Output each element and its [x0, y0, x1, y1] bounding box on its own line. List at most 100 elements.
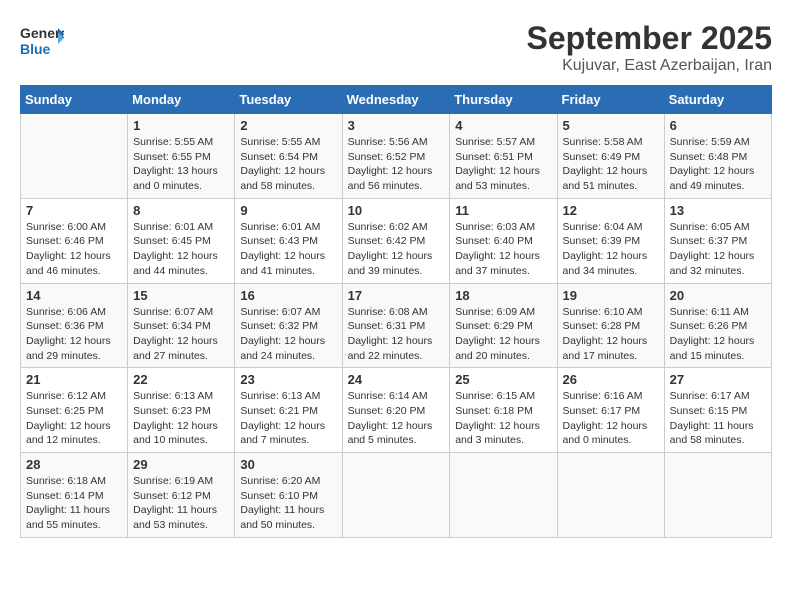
logo-icon: General Blue	[20, 20, 64, 58]
calendar-cell: 28 Sunrise: 6:18 AMSunset: 6:14 PMDayligh…	[21, 453, 128, 538]
calendar-cell: 18 Sunrise: 6:09 AMSunset: 6:29 PMDayligh…	[450, 283, 557, 368]
calendar-cell: 9 Sunrise: 6:01 AMSunset: 6:43 PMDaylight…	[235, 198, 342, 283]
weekday-header-wednesday: Wednesday	[342, 86, 450, 114]
week-row-5: 28 Sunrise: 6:18 AMSunset: 6:14 PMDayligh…	[21, 453, 772, 538]
weekday-header-sunday: Sunday	[21, 86, 128, 114]
day-info: Sunrise: 5:59 AMSunset: 6:48 PMDaylight:…	[670, 135, 766, 194]
weekday-header-row: SundayMondayTuesdayWednesdayThursdayFrid…	[21, 86, 772, 114]
day-number: 8	[133, 203, 229, 218]
calendar-cell	[21, 114, 128, 199]
day-number: 27	[670, 372, 766, 387]
day-number: 2	[240, 118, 336, 133]
day-info: Sunrise: 6:00 AMSunset: 6:46 PMDaylight:…	[26, 220, 122, 279]
day-info: Sunrise: 6:07 AMSunset: 6:34 PMDaylight:…	[133, 305, 229, 364]
calendar-cell: 23 Sunrise: 6:13 AMSunset: 6:21 PMDayligh…	[235, 368, 342, 453]
day-info: Sunrise: 6:09 AMSunset: 6:29 PMDaylight:…	[455, 305, 551, 364]
day-number: 20	[670, 288, 766, 303]
page-header: General Blue September 2025 Kujuvar, Eas…	[20, 20, 772, 75]
calendar-cell: 13 Sunrise: 6:05 AMSunset: 6:37 PMDayligh…	[664, 198, 771, 283]
day-number: 30	[240, 457, 336, 472]
weekday-header-monday: Monday	[128, 86, 235, 114]
calendar-cell: 20Sunrise: 6:11 AMSunset: 6:26 PMDayligh…	[664, 283, 771, 368]
day-info: Sunrise: 6:16 AMSunset: 6:17 PMDaylight:…	[563, 389, 659, 448]
day-info: Sunrise: 6:03 AMSunset: 6:40 PMDaylight:…	[455, 220, 551, 279]
calendar-cell: 5 Sunrise: 5:58 AMSunset: 6:49 PMDaylight…	[557, 114, 664, 199]
calendar-cell: 27 Sunrise: 6:17 AMSunset: 6:15 PMDayligh…	[664, 368, 771, 453]
day-number: 13	[670, 203, 766, 218]
day-number: 3	[348, 118, 445, 133]
day-number: 29	[133, 457, 229, 472]
calendar-cell: 7 Sunrise: 6:00 AMSunset: 6:46 PMDaylight…	[21, 198, 128, 283]
day-info: Sunrise: 6:13 AMSunset: 6:21 PMDaylight:…	[240, 389, 336, 448]
day-number: 7	[26, 203, 122, 218]
week-row-2: 7 Sunrise: 6:00 AMSunset: 6:46 PMDaylight…	[21, 198, 772, 283]
day-number: 5	[563, 118, 659, 133]
day-info: Sunrise: 5:58 AMSunset: 6:49 PMDaylight:…	[563, 135, 659, 194]
day-info: Sunrise: 6:04 AMSunset: 6:39 PMDaylight:…	[563, 220, 659, 279]
calendar-cell: 29 Sunrise: 6:19 AMSunset: 6:12 PMDayligh…	[128, 453, 235, 538]
day-number: 11	[455, 203, 551, 218]
day-info: Sunrise: 6:19 AMSunset: 6:12 PMDaylight:…	[133, 474, 229, 533]
week-row-3: 14Sunrise: 6:06 AMSunset: 6:36 PMDayligh…	[21, 283, 772, 368]
weekday-header-tuesday: Tuesday	[235, 86, 342, 114]
week-row-4: 21Sunrise: 6:12 AMSunset: 6:25 PMDayligh…	[21, 368, 772, 453]
calendar-cell: 11 Sunrise: 6:03 AMSunset: 6:40 PMDayligh…	[450, 198, 557, 283]
calendar-cell: 30 Sunrise: 6:20 AMSunset: 6:10 PMDayligh…	[235, 453, 342, 538]
title-block: September 2025 Kujuvar, East Azerbaijan,…	[527, 20, 772, 75]
calendar-cell: 3 Sunrise: 5:56 AMSunset: 6:52 PMDaylight…	[342, 114, 450, 199]
calendar-cell: 17 Sunrise: 6:08 AMSunset: 6:31 PMDayligh…	[342, 283, 450, 368]
day-number: 12	[563, 203, 659, 218]
day-info: Sunrise: 6:17 AMSunset: 6:15 PMDaylight:…	[670, 389, 766, 448]
day-number: 17	[348, 288, 445, 303]
week-row-1: 1 Sunrise: 5:55 AMSunset: 6:55 PMDaylight…	[21, 114, 772, 199]
calendar-table: SundayMondayTuesdayWednesdayThursdayFrid…	[20, 85, 772, 538]
calendar-cell: 16 Sunrise: 6:07 AMSunset: 6:32 PMDayligh…	[235, 283, 342, 368]
day-info: Sunrise: 6:07 AMSunset: 6:32 PMDaylight:…	[240, 305, 336, 364]
calendar-cell: 22 Sunrise: 6:13 AMSunset: 6:23 PMDayligh…	[128, 368, 235, 453]
day-number: 18	[455, 288, 551, 303]
calendar-cell	[664, 453, 771, 538]
day-number: 23	[240, 372, 336, 387]
day-number: 22	[133, 372, 229, 387]
calendar-cell: 6 Sunrise: 5:59 AMSunset: 6:48 PMDaylight…	[664, 114, 771, 199]
day-info: Sunrise: 6:20 AMSunset: 6:10 PMDaylight:…	[240, 474, 336, 533]
calendar-cell: 21Sunrise: 6:12 AMSunset: 6:25 PMDayligh…	[21, 368, 128, 453]
day-number: 4	[455, 118, 551, 133]
weekday-header-thursday: Thursday	[450, 86, 557, 114]
calendar-cell: 4Sunrise: 5:57 AMSunset: 6:51 PMDaylight…	[450, 114, 557, 199]
svg-text:General: General	[20, 25, 64, 41]
day-number: 24	[348, 372, 445, 387]
day-info: Sunrise: 6:02 AMSunset: 6:42 PMDaylight:…	[348, 220, 445, 279]
weekday-header-friday: Friday	[557, 86, 664, 114]
calendar-cell: 12 Sunrise: 6:04 AMSunset: 6:39 PMDayligh…	[557, 198, 664, 283]
location-title: Kujuvar, East Azerbaijan, Iran	[527, 57, 772, 75]
calendar-cell: 1 Sunrise: 5:55 AMSunset: 6:55 PMDaylight…	[128, 114, 235, 199]
day-number: 1	[133, 118, 229, 133]
day-number: 9	[240, 203, 336, 218]
day-info: Sunrise: 6:08 AMSunset: 6:31 PMDaylight:…	[348, 305, 445, 364]
calendar-cell: 10 Sunrise: 6:02 AMSunset: 6:42 PMDayligh…	[342, 198, 450, 283]
day-info: Sunrise: 6:05 AMSunset: 6:37 PMDaylight:…	[670, 220, 766, 279]
day-number: 19	[563, 288, 659, 303]
day-number: 14	[26, 288, 122, 303]
day-number: 6	[670, 118, 766, 133]
day-number: 16	[240, 288, 336, 303]
day-info: Sunrise: 6:14 AMSunset: 6:20 PMDaylight:…	[348, 389, 445, 448]
calendar-cell	[342, 453, 450, 538]
day-info: Sunrise: 6:01 AMSunset: 6:43 PMDaylight:…	[240, 220, 336, 279]
calendar-cell: 2 Sunrise: 5:55 AMSunset: 6:54 PMDaylight…	[235, 114, 342, 199]
day-number: 28	[26, 457, 122, 472]
day-info: Sunrise: 5:55 AMSunset: 6:54 PMDaylight:…	[240, 135, 336, 194]
logo: General Blue	[20, 20, 64, 58]
weekday-header-saturday: Saturday	[664, 86, 771, 114]
calendar-cell	[557, 453, 664, 538]
calendar-cell: 19 Sunrise: 6:10 AMSunset: 6:28 PMDayligh…	[557, 283, 664, 368]
day-info: Sunrise: 5:56 AMSunset: 6:52 PMDaylight:…	[348, 135, 445, 194]
day-number: 10	[348, 203, 445, 218]
calendar-cell: 8Sunrise: 6:01 AMSunset: 6:45 PMDaylight…	[128, 198, 235, 283]
day-info: Sunrise: 6:10 AMSunset: 6:28 PMDaylight:…	[563, 305, 659, 364]
calendar-cell: 14Sunrise: 6:06 AMSunset: 6:36 PMDayligh…	[21, 283, 128, 368]
day-info: Sunrise: 5:55 AMSunset: 6:55 PMDaylight:…	[133, 135, 229, 194]
day-info: Sunrise: 6:13 AMSunset: 6:23 PMDaylight:…	[133, 389, 229, 448]
day-info: Sunrise: 6:18 AMSunset: 6:14 PMDaylight:…	[26, 474, 122, 533]
